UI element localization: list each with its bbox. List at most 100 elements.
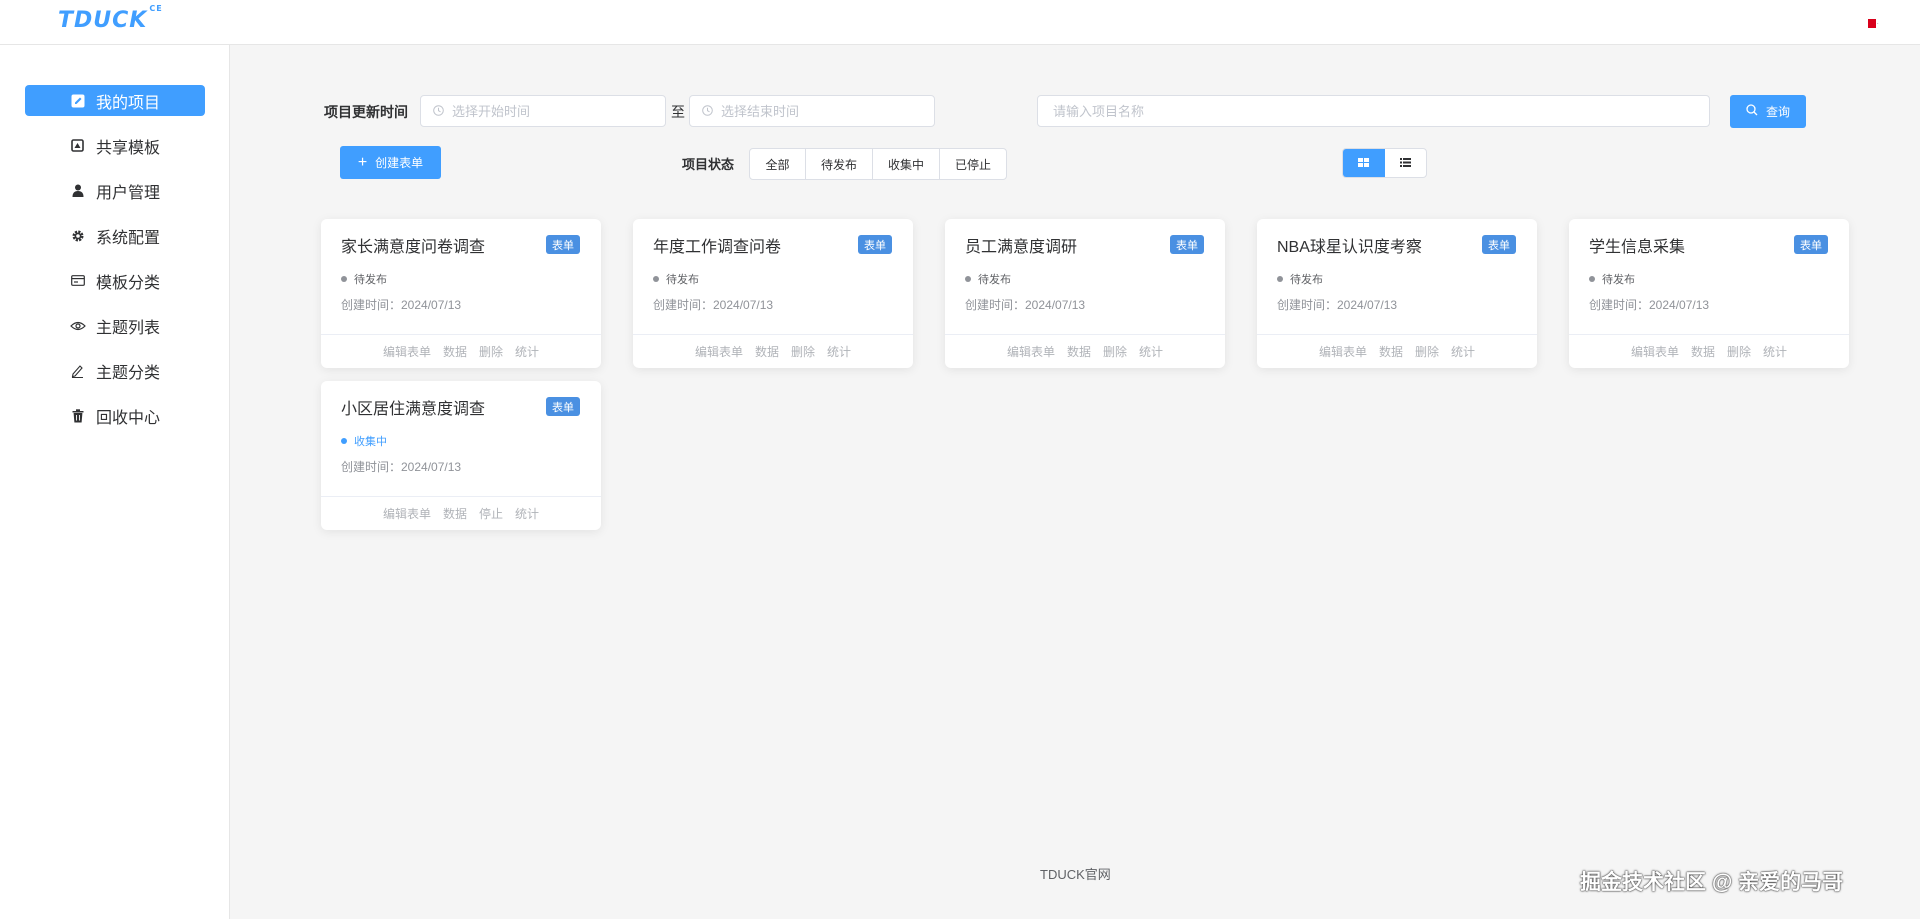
card-created-time: 创建时间：2024/07/13 (341, 460, 462, 474)
edit-form-link[interactable]: 编辑表单 (1631, 343, 1679, 360)
grid-icon (1358, 154, 1370, 172)
gear-icon (70, 228, 86, 244)
project-card[interactable]: 年度工作调查问卷 表单 待发布 创建时间：2024/07/13 编辑表单 数据 … (633, 219, 913, 368)
pen-icon (70, 363, 86, 379)
search-icon (1746, 104, 1758, 119)
data-link[interactable]: 数据 (1379, 343, 1403, 360)
status-option-stopped[interactable]: 已停止 (940, 149, 1006, 179)
status-option-pending[interactable]: 待发布 (806, 149, 873, 179)
trash-icon (70, 408, 86, 424)
card-status: 待发布 (965, 271, 1011, 287)
card-status: 收集中 (341, 433, 387, 449)
status-option-all[interactable]: 全部 (750, 149, 806, 179)
sidebar-item-theme-list[interactable]: 主题列表 (25, 310, 205, 341)
card-title[interactable]: 学生信息采集 (1589, 233, 1685, 257)
project-name-field[interactable] (1053, 103, 1709, 119)
status-option-collecting[interactable]: 收集中 (873, 149, 940, 179)
clock-icon (702, 104, 713, 119)
sidebar-item-system-config[interactable]: 系统配置 (25, 220, 205, 251)
edit-form-link[interactable]: 编辑表单 (383, 505, 431, 522)
sidebar-item-my-projects[interactable]: 我的项目 (25, 85, 205, 116)
card-title[interactable]: 家长满意度问卷调查 (341, 233, 485, 257)
grid-view-button[interactable] (1343, 149, 1385, 177)
stats-link[interactable]: 统计 (1451, 343, 1475, 360)
delete-link[interactable]: 删除 (1415, 343, 1439, 360)
sidebar-item-label: 系统配置 (95, 229, 160, 247)
card-title[interactable]: NBA球星认识度考察 (1277, 233, 1422, 257)
edit-form-link[interactable]: 编辑表单 (1319, 343, 1367, 360)
card-created-time: 创建时间：2024/07/13 (1277, 298, 1398, 312)
delete-link[interactable]: 删除 (479, 343, 503, 360)
sidebar-item-user-management[interactable]: 用户管理 (25, 175, 205, 206)
stats-link[interactable]: 统计 (515, 343, 539, 360)
data-link[interactable]: 数据 (755, 343, 779, 360)
language-flag-icon[interactable]: · (1868, 19, 1890, 28)
delete-link[interactable]: 删除 (791, 343, 815, 360)
sidebar-item-label: 我的项目 (95, 94, 160, 112)
logo[interactable]: TDUCK CE (58, 4, 163, 33)
delete-link[interactable]: 删除 (1727, 343, 1751, 360)
watermark: 掘金技术社区 @ 亲爱的马哥 (1580, 871, 1844, 894)
list-icon (1399, 154, 1411, 172)
form-tag: 表单 (546, 397, 580, 416)
user-icon (70, 183, 86, 199)
stats-link[interactable]: 统计 (515, 505, 539, 522)
card-title[interactable]: 年度工作调查问卷 (653, 233, 781, 257)
card-status: 待发布 (341, 271, 387, 287)
card-icon (70, 273, 86, 289)
status-dot-icon (341, 276, 347, 282)
sidebar-item-label: 回收中心 (95, 409, 160, 427)
data-link[interactable]: 数据 (443, 505, 467, 522)
status-segmented-control: 全部 待发布 收集中 已停止 (749, 148, 1007, 180)
data-link[interactable]: 数据 (1691, 343, 1715, 360)
project-card[interactable]: NBA球星认识度考察 表单 待发布 创建时间：2024/07/13 编辑表单 数… (1257, 219, 1537, 368)
project-name-input[interactable] (1037, 95, 1710, 127)
end-date-input[interactable] (689, 95, 935, 127)
card-actions: 编辑表单 数据 删除 统计 (1257, 334, 1537, 368)
project-card[interactable]: 员工满意度调研 表单 待发布 创建时间：2024/07/13 编辑表单 数据 删… (945, 219, 1225, 368)
end-date-field[interactable] (721, 103, 934, 119)
sidebar-item-shared-templates[interactable]: 共享模板 (25, 130, 205, 161)
project-card[interactable]: 家长满意度问卷调查 表单 待发布 创建时间：2024/07/13 编辑表单 数据… (321, 219, 601, 368)
card-created-time: 创建时间：2024/07/13 (653, 298, 774, 312)
card-actions: 编辑表单 数据 删除 统计 (945, 334, 1225, 368)
template-icon (70, 138, 86, 154)
list-view-button[interactable] (1385, 149, 1427, 177)
card-title[interactable]: 小区居住满意度调查 (341, 395, 485, 419)
sidebar-item-recycle-center[interactable]: 回收中心 (25, 400, 205, 431)
data-link[interactable]: 数据 (1067, 343, 1091, 360)
stop-link[interactable]: 停止 (479, 505, 503, 522)
search-button[interactable]: 查询 (1730, 95, 1806, 128)
project-card[interactable]: 学生信息采集 表单 待发布 创建时间：2024/07/13 编辑表单 数据 删除… (1569, 219, 1849, 368)
status-dot-icon (341, 438, 347, 444)
sidebar-item-theme-category[interactable]: 主题分类 (25, 355, 205, 386)
eye-icon (70, 318, 86, 334)
official-site-link[interactable]: TDUCK官网 (1040, 864, 1111, 883)
status-label: 项目状态 (682, 157, 735, 172)
card-actions: 编辑表单 数据 删除 统计 (633, 334, 913, 368)
edit-form-link[interactable]: 编辑表单 (383, 343, 431, 360)
sidebar-item-template-category[interactable]: 模板分类 (25, 265, 205, 296)
start-date-input[interactable] (420, 95, 666, 127)
stats-link[interactable]: 统计 (1763, 343, 1787, 360)
edit-form-link[interactable]: 编辑表单 (695, 343, 743, 360)
create-form-button[interactable]: + 创建表单 (340, 146, 441, 179)
start-date-field[interactable] (452, 103, 665, 119)
status-dot-icon (653, 276, 659, 282)
sidebar-item-label: 用户管理 (95, 184, 160, 202)
card-actions: 编辑表单 数据 删除 统计 (321, 334, 601, 368)
card-title[interactable]: 员工满意度调研 (965, 233, 1077, 257)
edit-form-link[interactable]: 编辑表单 (1007, 343, 1055, 360)
delete-link[interactable]: 删除 (1103, 343, 1127, 360)
sidebar-item-label: 共享模板 (95, 139, 160, 157)
date-separator: 至 (671, 104, 685, 120)
card-status: 待发布 (653, 271, 699, 287)
sidebar-item-label: 模板分类 (95, 274, 160, 292)
stats-link[interactable]: 统计 (1139, 343, 1163, 360)
data-link[interactable]: 数据 (443, 343, 467, 360)
project-card[interactable]: 小区居住满意度调查 表单 收集中 创建时间：2024/07/13 编辑表单 数据… (321, 381, 601, 530)
card-actions: 编辑表单 数据 删除 统计 (1569, 334, 1849, 368)
status-dot-icon (1589, 276, 1595, 282)
stats-link[interactable]: 统计 (827, 343, 851, 360)
search-button-label: 查询 (1765, 105, 1790, 119)
